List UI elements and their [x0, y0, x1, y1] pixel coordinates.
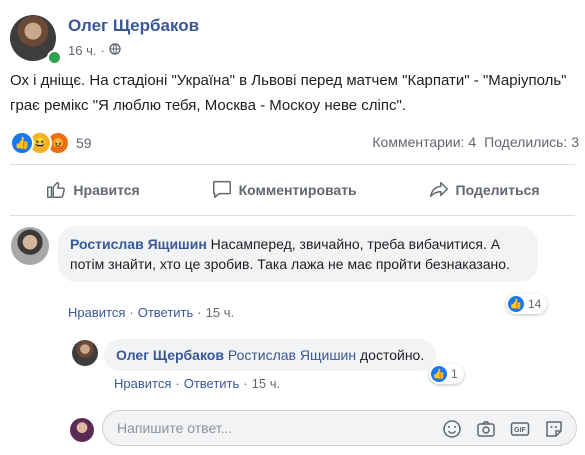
comment-author[interactable]: Ростислав Ящишин [70, 236, 207, 252]
svg-text:GIF: GIF [514, 427, 526, 434]
reply-mention[interactable]: Ростислав Ящишин [228, 347, 356, 363]
comment-bubble: Ростислав Ящишин Насамперед, звичайно, т… [58, 226, 538, 282]
comment-time[interactable]: 15 ч. [206, 305, 234, 320]
share-button-label: Поделиться [455, 182, 540, 198]
reply-likes[interactable]: 👍 1 [429, 364, 464, 384]
share-button[interactable]: Поделиться [428, 178, 540, 203]
gif-icon[interactable]: GIF [510, 419, 530, 444]
post-author-name[interactable]: Олег Щербаков [68, 16, 199, 36]
thumbs-up-icon [45, 178, 67, 203]
commenter-avatar[interactable] [11, 227, 49, 265]
reply-author[interactable]: Олег Щербаков [116, 347, 224, 363]
reply-bubble: Олег Щербаков Ростислав Ящишин достойно. [104, 339, 437, 371]
post-stats: Комментарии: 4 Поделились: 3 [372, 134, 579, 150]
emoji-icon[interactable] [442, 419, 462, 444]
divider [10, 215, 575, 216]
reply-like-link[interactable]: Нравится [114, 376, 171, 391]
share-icon [428, 178, 450, 203]
comment-button-label: Комментировать [238, 182, 357, 198]
like-icon: 👍 [508, 296, 524, 312]
reply-reply-link[interactable]: Ответить [184, 376, 240, 391]
reply-text: достойно. [356, 347, 425, 363]
reply-actions: Нравится · Ответить · 15 ч. [114, 376, 281, 391]
shares-count-link[interactable]: Поделились: 3 [484, 134, 579, 150]
post-action-bar: Нравится Комментировать Поделиться [10, 172, 575, 208]
reply-likes-count: 1 [451, 367, 458, 381]
comment-icon [211, 178, 233, 203]
like-icon: 👍 [10, 131, 34, 155]
comment-reply-link[interactable]: Ответить [138, 305, 194, 320]
post-time[interactable]: 16 ч. [68, 43, 96, 58]
camera-icon[interactable] [476, 419, 496, 444]
comment-actions: Нравится · Ответить · 15 ч. [68, 305, 235, 320]
current-user-avatar[interactable] [70, 418, 94, 442]
like-button[interactable]: Нравится [45, 178, 140, 203]
like-button-label: Нравится [73, 182, 140, 198]
sticker-icon[interactable] [544, 419, 564, 444]
reply-input[interactable] [115, 419, 419, 437]
comment-button[interactable]: Комментировать [211, 178, 357, 203]
comment-like-link[interactable]: Нравится [68, 305, 125, 320]
reply-time[interactable]: 15 ч. [252, 376, 280, 391]
comment-likes-count: 14 [528, 297, 542, 311]
post-meta: 16 ч. · [68, 43, 121, 58]
reply-input-tools: GIF [442, 419, 564, 444]
online-status-dot [47, 50, 62, 65]
comments-count-link[interactable]: Комментарии: 4 [372, 134, 476, 150]
divider [10, 164, 575, 165]
reactions-count[interactable]: 59 [76, 135, 92, 151]
comment-likes[interactable]: 👍 14 [506, 294, 548, 314]
reactions-summary[interactable]: 👍 😆 😡 59 [10, 131, 92, 155]
post-text: Ох і дніщє. На стадіоні "Україна" в Льво… [10, 72, 567, 114]
globe-icon[interactable] [109, 43, 121, 58]
reply-input-box: GIF [102, 410, 577, 446]
reply-author-avatar[interactable] [72, 340, 98, 366]
like-icon: 👍 [431, 366, 447, 382]
